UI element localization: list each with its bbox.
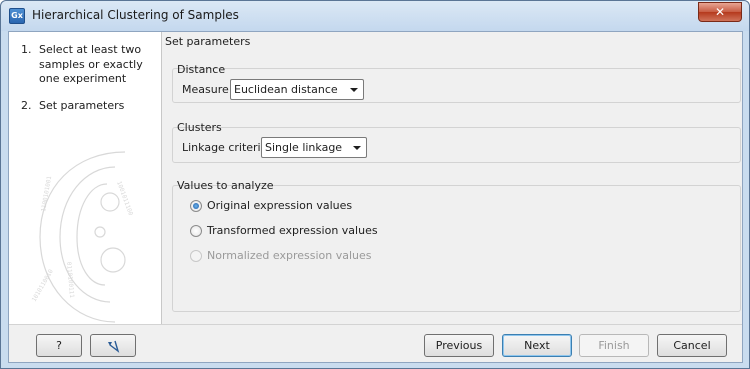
help-icon: ?	[56, 339, 62, 352]
next-label: Next	[524, 339, 550, 352]
dna-spiral-watermark-icon: 1001011100 1100101001 0110100111 1010110…	[31, 151, 134, 323]
step-label: Select at least two samples or exactly o…	[39, 43, 143, 85]
close-icon: ✕	[714, 5, 726, 19]
finish-label: Finish	[598, 339, 630, 352]
measure-value: Euclidean distance	[234, 83, 338, 96]
radio-label: Transformed expression values	[207, 224, 378, 237]
distance-group-title: Distance	[177, 63, 226, 76]
chevron-down-icon	[353, 146, 361, 150]
next-button[interactable]: Next	[502, 334, 572, 357]
svg-text:1010110010: 1010110010	[31, 268, 55, 303]
chevron-down-icon	[350, 88, 358, 92]
radio-button[interactable]	[190, 224, 202, 237]
radio-label: Original expression values	[207, 199, 353, 212]
radio-transformed-values[interactable]: Transformed expression values	[190, 224, 378, 237]
dialog-window: Gx Hierarchical Clustering of Samples ✕ …	[0, 0, 750, 369]
close-button[interactable]: ✕	[698, 2, 742, 22]
radio-original-values[interactable]: Original expression values	[190, 199, 352, 212]
reset-arrow-icon	[108, 340, 120, 353]
parameters-panel: Set parameters Distance Measure Euclidea…	[162, 32, 742, 324]
clusters-group-title: Clusters	[177, 121, 222, 134]
linkage-value: Single linkage	[265, 141, 343, 154]
svg-text:1100101001: 1100101001	[40, 175, 53, 212]
radio-label: Normalized expression values	[207, 249, 372, 262]
radio-normalized-values: Normalized expression values	[190, 249, 371, 262]
wizard-step: 1. Select at least two samples or exactl…	[21, 43, 161, 87]
measure-label: Measure	[182, 83, 229, 96]
cancel-label: Cancel	[673, 339, 711, 352]
radio-button[interactable]	[190, 199, 202, 212]
title-bar[interactable]: Gx Hierarchical Clustering of Samples ✕	[1, 1, 749, 31]
dialog-footer: ? Previous Next Finish Cancel	[9, 324, 742, 362]
linkage-dropdown[interactable]: Single linkage	[261, 137, 367, 158]
svg-text:0110100111: 0110100111	[65, 262, 75, 299]
cancel-button[interactable]: Cancel	[657, 334, 727, 357]
app-icon: Gx	[9, 8, 25, 24]
window-title: Hierarchical Clustering of Samples	[32, 8, 239, 22]
wizard-steps: 1. Select at least two samples or exactl…	[21, 43, 161, 125]
page-title: Set parameters	[165, 35, 251, 48]
previous-label: Previous	[435, 339, 483, 352]
step-number: 1.	[21, 43, 32, 56]
help-button[interactable]: ?	[36, 334, 82, 357]
step-number: 2.	[21, 98, 32, 112]
finish-button: Finish	[579, 334, 649, 357]
radio-button	[190, 249, 202, 262]
reset-button[interactable]	[90, 334, 136, 357]
wizard-steps-panel: 1. Select at least two samples or exactl…	[9, 32, 162, 324]
step-label: Set parameters	[39, 98, 125, 112]
wizard-step: 2. Set parameters	[21, 99, 161, 114]
linkage-label: Linkage criteria	[182, 141, 268, 154]
measure-dropdown[interactable]: Euclidean distance	[230, 79, 364, 100]
dialog-client-area: 1. Select at least two samples or exactl…	[8, 31, 743, 363]
values-group-title: Values to analyze	[177, 179, 274, 192]
previous-button[interactable]: Previous	[424, 334, 494, 357]
